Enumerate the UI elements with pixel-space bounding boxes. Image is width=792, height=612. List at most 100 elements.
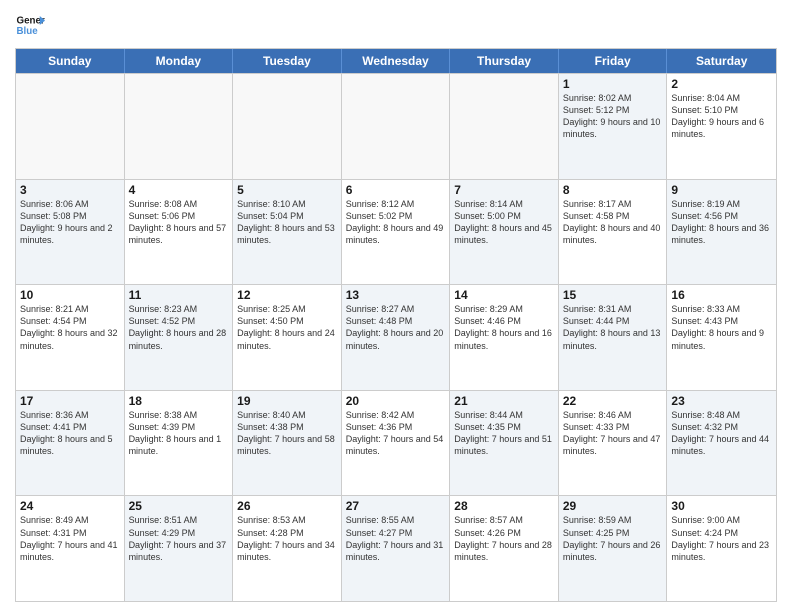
day-number: 30 (671, 499, 772, 513)
cal-cell: 18Sunrise: 8:38 AM Sunset: 4:39 PM Dayli… (125, 391, 234, 496)
header-cell-saturday: Saturday (667, 49, 776, 73)
cal-cell (16, 74, 125, 179)
svg-text:Blue: Blue (17, 26, 39, 37)
day-number: 19 (237, 394, 337, 408)
cal-cell: 26Sunrise: 8:53 AM Sunset: 4:28 PM Dayli… (233, 496, 342, 601)
cal-cell: 17Sunrise: 8:36 AM Sunset: 4:41 PM Dayli… (16, 391, 125, 496)
cal-cell: 29Sunrise: 8:59 AM Sunset: 4:25 PM Dayli… (559, 496, 668, 601)
cal-cell: 13Sunrise: 8:27 AM Sunset: 4:48 PM Dayli… (342, 285, 451, 390)
cal-cell: 14Sunrise: 8:29 AM Sunset: 4:46 PM Dayli… (450, 285, 559, 390)
calendar-header: SundayMondayTuesdayWednesdayThursdayFrid… (16, 49, 776, 73)
day-info: Sunrise: 8:59 AM Sunset: 4:25 PM Dayligh… (563, 514, 663, 563)
day-number: 23 (671, 394, 772, 408)
day-number: 14 (454, 288, 554, 302)
calendar-row-4: 17Sunrise: 8:36 AM Sunset: 4:41 PM Dayli… (16, 390, 776, 496)
cal-cell: 6Sunrise: 8:12 AM Sunset: 5:02 PM Daylig… (342, 180, 451, 285)
cal-cell: 22Sunrise: 8:46 AM Sunset: 4:33 PM Dayli… (559, 391, 668, 496)
cal-cell: 30Sunrise: 9:00 AM Sunset: 4:24 PM Dayli… (667, 496, 776, 601)
day-number: 13 (346, 288, 446, 302)
day-number: 1 (563, 77, 663, 91)
day-number: 8 (563, 183, 663, 197)
cal-cell: 23Sunrise: 8:48 AM Sunset: 4:32 PM Dayli… (667, 391, 776, 496)
day-info: Sunrise: 8:57 AM Sunset: 4:26 PM Dayligh… (454, 514, 554, 563)
logo: General Blue (15, 10, 45, 40)
day-info: Sunrise: 8:53 AM Sunset: 4:28 PM Dayligh… (237, 514, 337, 563)
day-info: Sunrise: 8:46 AM Sunset: 4:33 PM Dayligh… (563, 409, 663, 458)
day-info: Sunrise: 8:27 AM Sunset: 4:48 PM Dayligh… (346, 303, 446, 352)
day-number: 28 (454, 499, 554, 513)
cal-cell: 4Sunrise: 8:08 AM Sunset: 5:06 PM Daylig… (125, 180, 234, 285)
day-info: Sunrise: 8:17 AM Sunset: 4:58 PM Dayligh… (563, 198, 663, 247)
day-number: 12 (237, 288, 337, 302)
cal-cell: 11Sunrise: 8:23 AM Sunset: 4:52 PM Dayli… (125, 285, 234, 390)
day-number: 29 (563, 499, 663, 513)
day-info: Sunrise: 8:21 AM Sunset: 4:54 PM Dayligh… (20, 303, 120, 352)
day-number: 11 (129, 288, 229, 302)
day-info: Sunrise: 8:36 AM Sunset: 4:41 PM Dayligh… (20, 409, 120, 458)
day-info: Sunrise: 8:38 AM Sunset: 4:39 PM Dayligh… (129, 409, 229, 458)
day-number: 26 (237, 499, 337, 513)
day-number: 18 (129, 394, 229, 408)
cal-cell (233, 74, 342, 179)
cal-cell: 19Sunrise: 8:40 AM Sunset: 4:38 PM Dayli… (233, 391, 342, 496)
day-number: 2 (671, 77, 772, 91)
day-number: 4 (129, 183, 229, 197)
cal-cell: 24Sunrise: 8:49 AM Sunset: 4:31 PM Dayli… (16, 496, 125, 601)
calendar-row-1: 1Sunrise: 8:02 AM Sunset: 5:12 PM Daylig… (16, 73, 776, 179)
cal-cell: 12Sunrise: 8:25 AM Sunset: 4:50 PM Dayli… (233, 285, 342, 390)
day-info: Sunrise: 8:31 AM Sunset: 4:44 PM Dayligh… (563, 303, 663, 352)
day-info: Sunrise: 8:12 AM Sunset: 5:02 PM Dayligh… (346, 198, 446, 247)
header: General Blue (15, 10, 777, 40)
logo-icon: General Blue (15, 10, 45, 40)
day-number: 5 (237, 183, 337, 197)
day-number: 27 (346, 499, 446, 513)
day-info: Sunrise: 8:51 AM Sunset: 4:29 PM Dayligh… (129, 514, 229, 563)
calendar-body: 1Sunrise: 8:02 AM Sunset: 5:12 PM Daylig… (16, 73, 776, 601)
day-info: Sunrise: 8:06 AM Sunset: 5:08 PM Dayligh… (20, 198, 120, 247)
page: General Blue SundayMondayTuesdayWednesda… (0, 0, 792, 612)
day-info: Sunrise: 8:48 AM Sunset: 4:32 PM Dayligh… (671, 409, 772, 458)
day-info: Sunrise: 8:40 AM Sunset: 4:38 PM Dayligh… (237, 409, 337, 458)
header-cell-sunday: Sunday (16, 49, 125, 73)
calendar: SundayMondayTuesdayWednesdayThursdayFrid… (15, 48, 777, 602)
day-number: 22 (563, 394, 663, 408)
day-info: Sunrise: 8:42 AM Sunset: 4:36 PM Dayligh… (346, 409, 446, 458)
cal-cell: 3Sunrise: 8:06 AM Sunset: 5:08 PM Daylig… (16, 180, 125, 285)
day-number: 24 (20, 499, 120, 513)
day-info: Sunrise: 8:33 AM Sunset: 4:43 PM Dayligh… (671, 303, 772, 352)
day-number: 20 (346, 394, 446, 408)
day-number: 17 (20, 394, 120, 408)
day-number: 7 (454, 183, 554, 197)
day-info: Sunrise: 8:44 AM Sunset: 4:35 PM Dayligh… (454, 409, 554, 458)
day-number: 16 (671, 288, 772, 302)
header-cell-thursday: Thursday (450, 49, 559, 73)
day-number: 15 (563, 288, 663, 302)
day-number: 6 (346, 183, 446, 197)
cal-cell: 7Sunrise: 8:14 AM Sunset: 5:00 PM Daylig… (450, 180, 559, 285)
day-number: 10 (20, 288, 120, 302)
cal-cell: 20Sunrise: 8:42 AM Sunset: 4:36 PM Dayli… (342, 391, 451, 496)
day-info: Sunrise: 8:29 AM Sunset: 4:46 PM Dayligh… (454, 303, 554, 352)
cal-cell: 27Sunrise: 8:55 AM Sunset: 4:27 PM Dayli… (342, 496, 451, 601)
day-info: Sunrise: 8:04 AM Sunset: 5:10 PM Dayligh… (671, 92, 772, 141)
header-cell-monday: Monday (125, 49, 234, 73)
cal-cell: 15Sunrise: 8:31 AM Sunset: 4:44 PM Dayli… (559, 285, 668, 390)
cal-cell: 5Sunrise: 8:10 AM Sunset: 5:04 PM Daylig… (233, 180, 342, 285)
day-info: Sunrise: 8:14 AM Sunset: 5:00 PM Dayligh… (454, 198, 554, 247)
day-info: Sunrise: 8:23 AM Sunset: 4:52 PM Dayligh… (129, 303, 229, 352)
cal-cell (342, 74, 451, 179)
cal-cell: 28Sunrise: 8:57 AM Sunset: 4:26 PM Dayli… (450, 496, 559, 601)
day-info: Sunrise: 8:02 AM Sunset: 5:12 PM Dayligh… (563, 92, 663, 141)
cal-cell: 10Sunrise: 8:21 AM Sunset: 4:54 PM Dayli… (16, 285, 125, 390)
cal-cell (450, 74, 559, 179)
cal-cell: 8Sunrise: 8:17 AM Sunset: 4:58 PM Daylig… (559, 180, 668, 285)
day-info: Sunrise: 8:49 AM Sunset: 4:31 PM Dayligh… (20, 514, 120, 563)
header-cell-wednesday: Wednesday (342, 49, 451, 73)
day-info: Sunrise: 9:00 AM Sunset: 4:24 PM Dayligh… (671, 514, 772, 563)
calendar-row-2: 3Sunrise: 8:06 AM Sunset: 5:08 PM Daylig… (16, 179, 776, 285)
cal-cell: 16Sunrise: 8:33 AM Sunset: 4:43 PM Dayli… (667, 285, 776, 390)
cal-cell (125, 74, 234, 179)
cal-cell: 25Sunrise: 8:51 AM Sunset: 4:29 PM Dayli… (125, 496, 234, 601)
day-info: Sunrise: 8:25 AM Sunset: 4:50 PM Dayligh… (237, 303, 337, 352)
header-cell-friday: Friday (559, 49, 668, 73)
